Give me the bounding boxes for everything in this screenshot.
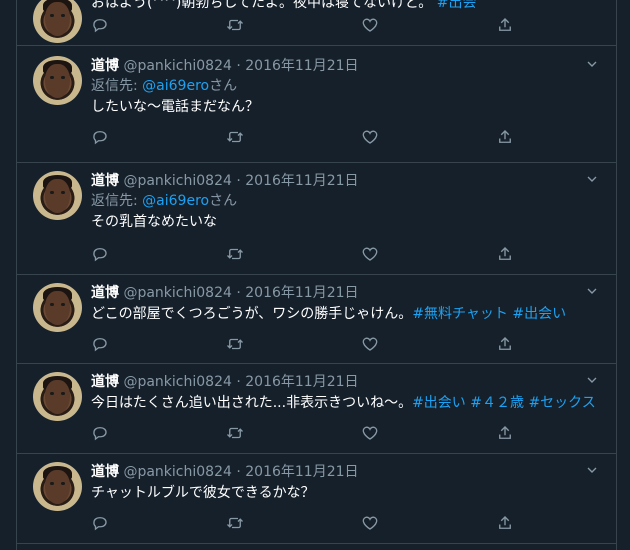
- tweet-text: どこの部屋でくつろごうが、ワシの勝手じゃけん。#無料チャット #出会い: [91, 306, 567, 322]
- chevron-down-icon[interactable]: [584, 372, 600, 392]
- heart-icon[interactable]: [361, 16, 381, 36]
- retweet-icon[interactable]: [226, 128, 246, 148]
- share-icon[interactable]: [496, 514, 516, 534]
- timestamp[interactable]: 2016年11月21日: [245, 374, 358, 390]
- handle[interactable]: @pankichi0824: [123, 285, 231, 301]
- share-icon[interactable]: [496, 128, 516, 148]
- heart-icon[interactable]: [361, 245, 381, 265]
- timeline: おはよう(^^)朝勃ちしてたよ。夜中は寝てないけど。 #出会 道博 @panki…: [16, 0, 617, 550]
- display-name[interactable]: 道博: [91, 173, 119, 189]
- tweet[interactable]: 道博 @pankichi0824 · 2016年11月21日 今日はたくさん追い…: [17, 364, 616, 454]
- reply-icon[interactable]: [91, 245, 111, 265]
- tweet-header: 道博 @pankichi0824 · 2016年11月21日: [91, 462, 600, 482]
- chevron-down-icon[interactable]: [584, 171, 600, 191]
- chevron-down-icon[interactable]: [584, 462, 600, 482]
- tweet-header: 道博 @pankichi0824 · 2016年11月21日: [91, 283, 600, 303]
- handle[interactable]: @pankichi0824: [123, 374, 231, 390]
- display-name[interactable]: 道博: [91, 285, 119, 301]
- tweet[interactable]: 道博 @pankichi0824 · 2016年11月21日 返信先: @ai6…: [17, 163, 616, 275]
- tweet-header: 道博 @pankichi0824 · 2016年11月21日: [91, 171, 600, 191]
- share-icon[interactable]: [496, 16, 516, 36]
- separator: ·: [236, 58, 241, 74]
- chevron-down-icon[interactable]: [584, 283, 600, 303]
- separator: ·: [236, 464, 241, 480]
- tweet[interactable]: 道博 @pankichi0824 · 2016年11月21日 返信先: @ai6…: [17, 46, 616, 163]
- share-icon[interactable]: [496, 424, 516, 444]
- heart-icon[interactable]: [361, 514, 381, 534]
- chevron-down-icon[interactable]: [584, 56, 600, 76]
- hashtag-link[interactable]: #無料チャット #出会い: [412, 306, 566, 322]
- tweet-text: したいな〜電話まだなん？: [91, 99, 259, 115]
- reply-context: 返信先: @ai69eroさん: [91, 193, 238, 209]
- tweet-text: その乳首なめたいな: [91, 214, 217, 230]
- avatar[interactable]: [33, 462, 82, 511]
- reply-icon[interactable]: [91, 335, 111, 355]
- tweet-header: 道博 @pankichi0824 · 2016年11月21日: [91, 56, 600, 76]
- reply-icon[interactable]: [91, 128, 111, 148]
- display-name[interactable]: 道博: [91, 58, 119, 74]
- mention-link[interactable]: @ai69ero: [142, 193, 209, 209]
- reply-icon[interactable]: [91, 16, 111, 36]
- avatar[interactable]: [33, 171, 82, 220]
- tweet-header: 道博 @pankichi0824 · 2016年11月21日: [91, 372, 600, 392]
- retweet-icon[interactable]: [226, 16, 246, 36]
- tweet[interactable]: 道博 @pankichi0824 · 2016年11月21日 チャットルブルで彼…: [17, 454, 616, 544]
- retweet-icon[interactable]: [226, 514, 246, 534]
- handle[interactable]: @pankichi0824: [123, 173, 231, 189]
- handle[interactable]: @pankichi0824: [123, 58, 231, 74]
- separator: ·: [236, 374, 241, 390]
- separator: ·: [236, 173, 241, 189]
- heart-icon[interactable]: [361, 128, 381, 148]
- avatar[interactable]: [33, 0, 82, 43]
- display-name[interactable]: 道博: [91, 374, 119, 390]
- avatar[interactable]: [33, 56, 82, 105]
- tweet-text: 今日はたくさん追い出された...非表示きついね〜。#出会い #４２歳 #セックス: [91, 395, 596, 411]
- avatar[interactable]: [33, 372, 82, 421]
- display-name[interactable]: 道博: [91, 464, 119, 480]
- tweet-partial[interactable]: おはよう(^^)朝勃ちしてたよ。夜中は寝てないけど。 #出会: [17, 0, 616, 46]
- timestamp[interactable]: 2016年11月21日: [245, 464, 358, 480]
- share-icon[interactable]: [496, 335, 516, 355]
- share-icon[interactable]: [496, 245, 516, 265]
- retweet-icon[interactable]: [226, 424, 246, 444]
- hashtag-link[interactable]: #出会: [437, 0, 477, 11]
- separator: ·: [236, 285, 241, 301]
- heart-icon[interactable]: [361, 424, 381, 444]
- heart-icon[interactable]: [361, 335, 381, 355]
- mention-link[interactable]: @ai69ero: [142, 78, 209, 94]
- tweet-text: おはよう(^^)朝勃ちしてたよ。夜中は寝てないけど。 #出会: [91, 0, 600, 14]
- avatar[interactable]: [33, 283, 82, 332]
- reply-icon[interactable]: [91, 514, 111, 534]
- tweet[interactable]: 道博 @pankichi0824 · 2016年11月21日 どこの部屋でくつろ…: [17, 275, 616, 364]
- tweet-text: チャットルブルで彼女できるかな？: [91, 485, 315, 501]
- reply-context: 返信先: @ai69eroさん: [91, 78, 238, 94]
- timestamp[interactable]: 2016年11月21日: [245, 285, 358, 301]
- reply-icon[interactable]: [91, 424, 111, 444]
- timestamp[interactable]: 2016年11月21日: [245, 173, 358, 189]
- timestamp[interactable]: 2016年11月21日: [245, 58, 358, 74]
- retweet-icon[interactable]: [226, 245, 246, 265]
- handle[interactable]: @pankichi0824: [123, 464, 231, 480]
- hashtag-link[interactable]: #出会い #４２歳 #セックス: [412, 395, 596, 411]
- retweet-icon[interactable]: [226, 335, 246, 355]
